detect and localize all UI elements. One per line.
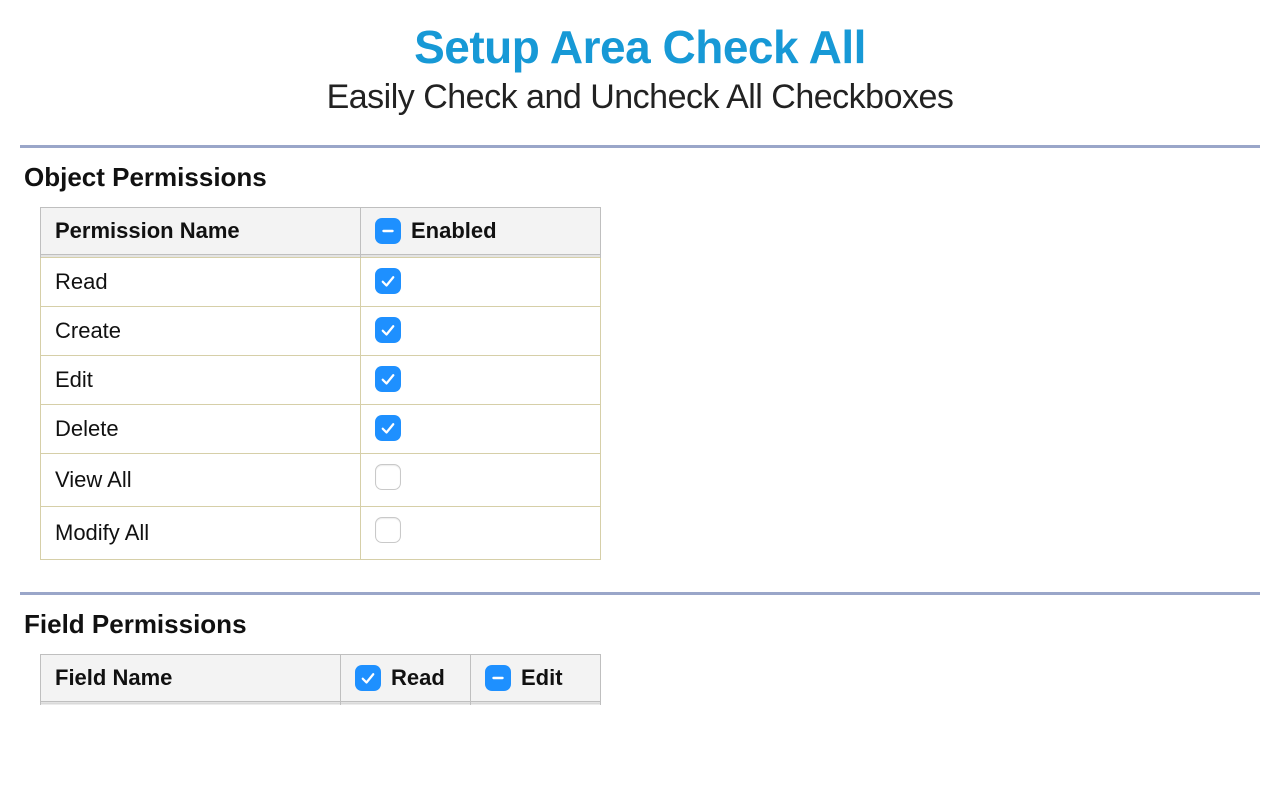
permission-enabled-cell	[361, 454, 601, 507]
section-heading-object: Object Permissions	[24, 162, 1260, 193]
permission-enabled-cell	[361, 258, 601, 307]
object-permissions-rows: ReadCreateEditDeleteView AllModify All	[41, 258, 601, 560]
permission-name-cell: Delete	[41, 405, 361, 454]
object-col-enabled: Enabled	[361, 208, 601, 255]
table-row: Edit	[41, 356, 601, 405]
checkbox-icon[interactable]	[375, 268, 401, 294]
checkbox-icon[interactable]	[375, 366, 401, 392]
permission-name-cell: Create	[41, 307, 361, 356]
field-permissions-table: Field Name Read	[40, 654, 601, 705]
checkbox-icon[interactable]	[375, 415, 401, 441]
object-permissions-section: Object Permissions Permission Name Enabl…	[20, 162, 1260, 560]
check-all-edit[interactable]	[485, 665, 511, 691]
checkbox-icon[interactable]	[375, 517, 401, 543]
table-row: Modify All	[41, 507, 601, 560]
page-subtitle: Easily Check and Uncheck All Checkboxes	[20, 78, 1260, 117]
permission-name-cell: Read	[41, 258, 361, 307]
table-row: Read	[41, 258, 601, 307]
page-title: Setup Area Check All	[20, 20, 1260, 74]
field-col-read-label: Read	[391, 665, 445, 691]
field-col-edit-label: Edit	[521, 665, 563, 691]
divider	[20, 145, 1260, 148]
permission-name-cell: Edit	[41, 356, 361, 405]
field-col-edit: Edit	[471, 655, 601, 702]
divider	[20, 592, 1260, 595]
permission-enabled-cell	[361, 405, 601, 454]
permission-enabled-cell	[361, 507, 601, 560]
permission-name-cell: Modify All	[41, 507, 361, 560]
field-col-name: Field Name	[41, 655, 341, 702]
field-col-read: Read	[341, 655, 471, 702]
table-row: View All	[41, 454, 601, 507]
object-col-name: Permission Name	[41, 208, 361, 255]
permission-enabled-cell	[361, 356, 601, 405]
table-row: Delete	[41, 405, 601, 454]
check-all-enabled[interactable]	[375, 218, 401, 244]
permission-enabled-cell	[361, 307, 601, 356]
object-col-enabled-label: Enabled	[411, 218, 497, 244]
object-permissions-table: Permission Name Enabled ReadCreateEditDe…	[40, 207, 601, 560]
check-all-read[interactable]	[355, 665, 381, 691]
permission-name-cell: View All	[41, 454, 361, 507]
field-permissions-section: Field Permissions Field Name Read	[20, 609, 1260, 705]
checkbox-icon[interactable]	[375, 317, 401, 343]
section-heading-field: Field Permissions	[24, 609, 1260, 640]
checkbox-icon[interactable]	[375, 464, 401, 490]
table-row: Create	[41, 307, 601, 356]
